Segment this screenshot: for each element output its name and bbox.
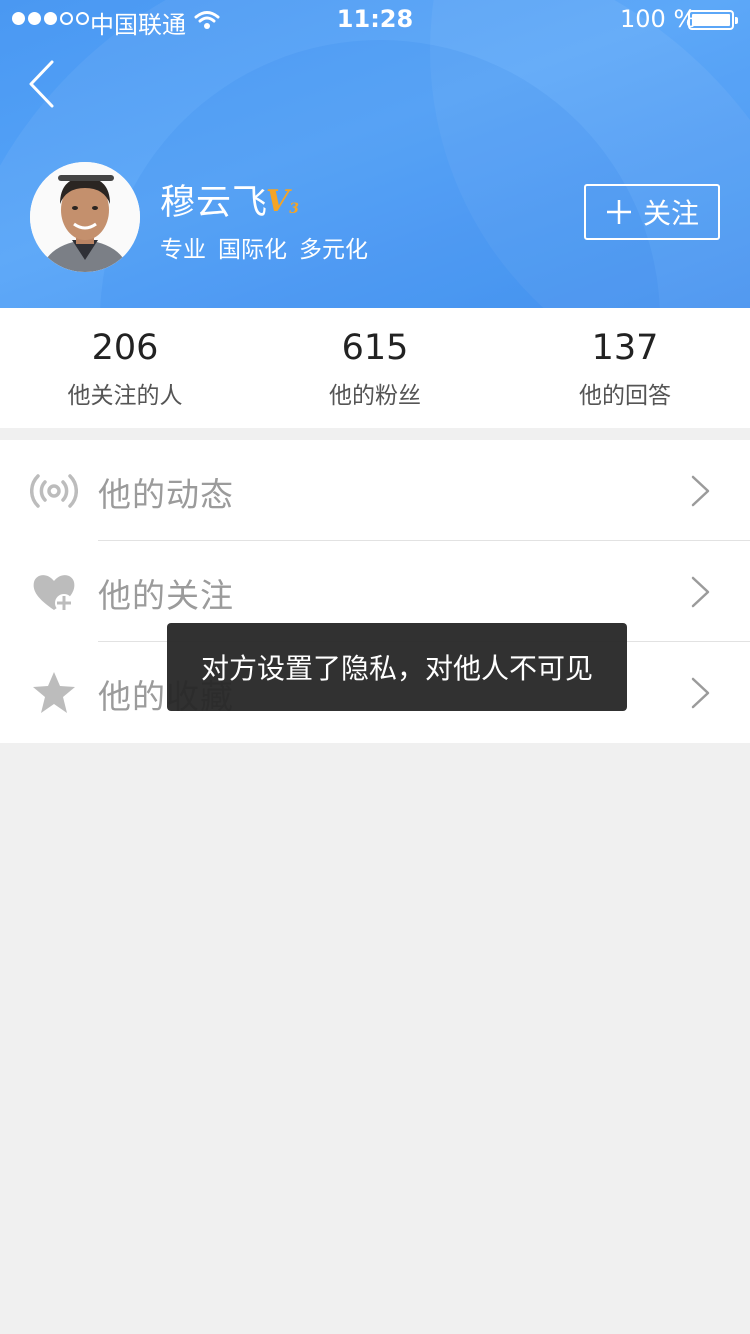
back-button[interactable] <box>22 58 72 112</box>
user-tag: 多元化 <box>299 237 368 263</box>
chevron-left-icon <box>29 60 54 108</box>
battery-icon <box>688 10 738 30</box>
toast-message: 对方设置了隐私，对他人不可见 <box>200 652 593 685</box>
status-bar: 中国联通 11:28 100 % <box>0 0 750 40</box>
user-tags: 专业 国际化 多元化 <box>160 230 368 264</box>
stat-value: 615 <box>341 328 409 368</box>
user-tag: 专业 <box>160 237 206 263</box>
profile-screen: 中国联通 11:28 100 % 穆云飞 V3 专业 国际化 多元化 关注 20… <box>0 0 750 1334</box>
verified-badge-icon: V3 <box>266 184 300 219</box>
stat-followers[interactable]: 615 他的粉丝 <box>250 308 500 428</box>
follow-button[interactable]: 关注 <box>584 184 720 240</box>
stat-label: 他的回答 <box>579 383 671 409</box>
stats-bar: 206 他关注的人 615 他的粉丝 137 他的回答 <box>0 308 750 428</box>
avatar[interactable] <box>30 162 140 272</box>
stat-following[interactable]: 206 他关注的人 <box>0 308 250 428</box>
user-tag: 国际化 <box>218 237 287 263</box>
menu-item-label: 他的关注 <box>98 576 234 615</box>
menu-item-activity[interactable]: 他的动态 <box>0 440 750 541</box>
plus-icon <box>606 200 631 224</box>
follow-button-label: 关注 <box>642 197 699 230</box>
chevron-right-icon <box>691 677 710 709</box>
chevron-right-icon <box>691 576 710 608</box>
heart-plus-icon <box>33 575 75 612</box>
stat-value: 206 <box>91 328 159 368</box>
stat-value: 137 <box>591 328 659 368</box>
battery-percent: 100 % <box>620 5 697 33</box>
user-name: 穆云飞 <box>160 183 269 223</box>
menu-item-label: 他的动态 <box>98 475 234 514</box>
broadcast-icon <box>30 474 78 508</box>
stat-label: 他关注的人 <box>67 383 183 409</box>
stat-label: 他的粉丝 <box>329 383 421 409</box>
star-icon <box>33 672 75 713</box>
chevron-right-icon <box>691 475 710 507</box>
stat-answers[interactable]: 137 他的回答 <box>500 308 750 428</box>
profile-header: 中国联通 11:28 100 % 穆云飞 V3 专业 国际化 多元化 关注 <box>0 0 750 308</box>
privacy-toast: 对方设置了隐私，对他人不可见 <box>167 623 627 711</box>
